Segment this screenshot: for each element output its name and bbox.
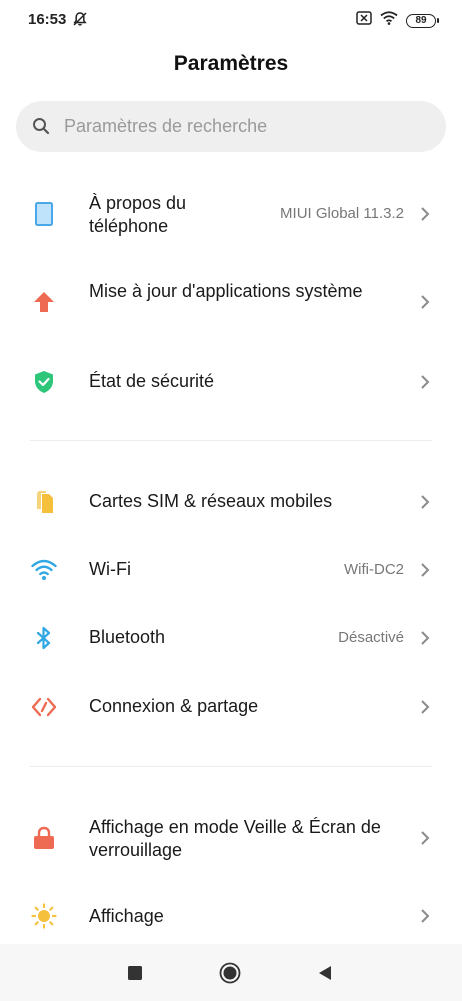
- settings-item-label: Bluetooth: [89, 627, 166, 647]
- brightness-icon: [31, 903, 57, 929]
- chevron-right-icon: [419, 561, 431, 579]
- settings-item-wifi[interactable]: Wi-Fi Wifi-DC2: [0, 542, 462, 598]
- settings-item-security-status[interactable]: État de sécurité: [0, 354, 462, 410]
- chevron-right-icon: [419, 829, 431, 847]
- settings-item-bluetooth[interactable]: Bluetooth Désactivé: [0, 610, 462, 666]
- chevron-right-icon: [419, 629, 431, 647]
- shield-check-icon: [31, 369, 57, 395]
- sim-card-icon: [31, 489, 57, 515]
- bell-off-icon: [72, 11, 88, 32]
- arrow-up-icon: [31, 289, 57, 315]
- settings-item-label: À propos du téléphone: [89, 193, 187, 236]
- settings-item-value: Désactivé: [338, 629, 404, 646]
- search-bar[interactable]: [16, 101, 446, 152]
- chevron-right-icon: [419, 373, 431, 391]
- settings-item-display[interactable]: Affichage: [0, 888, 462, 944]
- settings-item-about-phone[interactable]: À propos du téléphone MIUI Global 11.3.2: [0, 180, 462, 248]
- chevron-right-icon: [419, 205, 431, 223]
- navigation-bar: [0, 944, 462, 1001]
- home-icon[interactable]: [217, 960, 243, 986]
- settings-item-system-app-updates[interactable]: Mise à jour d'applications système: [0, 268, 462, 336]
- settings-item-value: MIUI Global 11.3.2: [280, 205, 404, 222]
- status-bar: 16:53 89: [0, 0, 462, 40]
- back-icon[interactable]: [312, 960, 338, 986]
- chevron-right-icon: [419, 293, 431, 311]
- search-input[interactable]: [64, 101, 434, 152]
- chevron-right-icon: [419, 698, 431, 716]
- settings-item-label: Wi-Fi: [89, 559, 131, 579]
- bluetooth-icon: [31, 625, 57, 651]
- chevron-right-icon: [419, 493, 431, 511]
- settings-item-lock-screen[interactable]: Affichage en mode Veille & Écran de verr…: [0, 804, 462, 872]
- settings-item-sim-cards[interactable]: Cartes SIM & réseaux mobiles: [0, 474, 462, 530]
- settings-item-label: Mise à jour d'applications système: [89, 281, 363, 301]
- lock-icon: [31, 825, 57, 851]
- status-time: 16:53: [28, 11, 67, 28]
- settings-item-label: Cartes SIM & réseaux mobiles: [89, 491, 333, 511]
- settings-item-label: Affichage en mode Veille & Écran de verr…: [89, 817, 381, 860]
- chevron-right-icon: [419, 907, 431, 925]
- share-connection-icon: [31, 694, 57, 720]
- settings-item-label: État de sécurité: [89, 371, 215, 391]
- recent-apps-icon[interactable]: [122, 960, 148, 986]
- settings-item-label: Affichage: [89, 906, 164, 926]
- search-icon: [32, 117, 50, 140]
- status-right-icons: 89: [356, 11, 439, 30]
- phone-icon: [31, 201, 57, 227]
- section-divider: [30, 766, 432, 767]
- wifi-icon: [380, 11, 398, 30]
- battery-icon: 89: [406, 13, 439, 28]
- battery-level: 89: [415, 15, 427, 26]
- section-divider: [30, 440, 432, 441]
- wifi-icon: [31, 557, 57, 583]
- settings-item-label: Connexion & partage: [89, 696, 259, 716]
- settings-item-value: Wifi-DC2: [344, 561, 404, 578]
- settings-item-connection-sharing[interactable]: Connexion & partage: [0, 679, 462, 735]
- sim-x-icon: [356, 11, 372, 30]
- page-title: Paramètres: [173, 52, 289, 75]
